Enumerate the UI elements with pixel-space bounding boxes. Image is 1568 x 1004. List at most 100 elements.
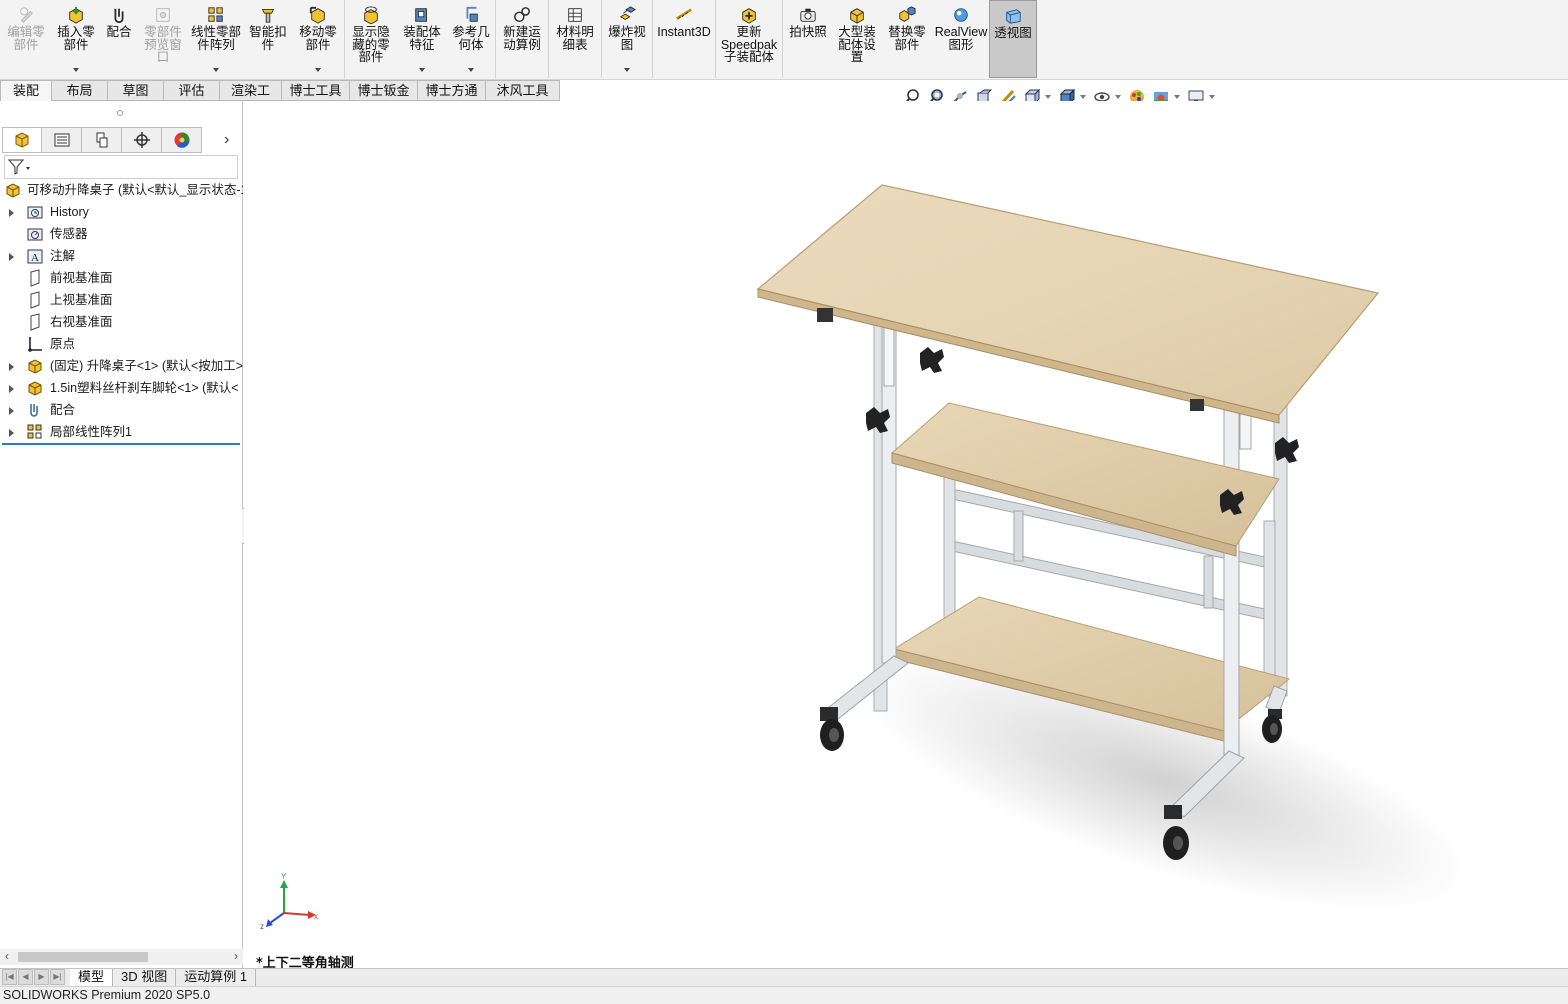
chevron-down-icon[interactable] <box>624 68 630 72</box>
tree-item[interactable]: 1.5in塑料丝杆刹车脚轮<1> (默认< <box>0 377 243 399</box>
ribbon-button-show-hidden[interactable]: 显示隐 藏的零 部件 <box>345 0 397 78</box>
command-manager-tabs: 装配体布局草图评估渲染工具博士工具博士钣金博士方通沐风工具箱 <box>0 80 560 117</box>
ribbon-button-label: 替换零 部件 <box>888 25 926 52</box>
chevron-down-icon[interactable] <box>213 68 219 72</box>
tree-item[interactable]: 上视基准面 <box>0 289 243 311</box>
bottom-tab[interactable]: 运动算例 1 <box>176 969 257 986</box>
expand-arrow-icon[interactable] <box>9 407 14 415</box>
ribbon-button-insert-component[interactable]: 插入零 部件 <box>52 0 100 78</box>
tree-item[interactable]: History <box>0 201 243 223</box>
command-tab[interactable]: 沐风工具箱 <box>486 80 560 117</box>
scrollbar-thumb[interactable] <box>18 952 148 962</box>
ribbon-button-label: 显示隐 藏的零 部件 <box>352 25 390 64</box>
ribbon-button-preview-window[interactable]: 零部件 预览窗 口 <box>138 0 188 78</box>
panel-tabs-more-icon[interactable]: › <box>224 131 229 149</box>
command-tab[interactable]: 草图 <box>108 80 164 101</box>
tree-item[interactable]: 配合 <box>0 399 243 421</box>
chevron-down-icon[interactable] <box>73 68 79 72</box>
bottom-tab[interactable]: 模型 <box>70 969 114 986</box>
expand-arrow-icon[interactable] <box>9 363 14 371</box>
tree-item[interactable]: (固定) 升降桌子<1> (默认<按加工>) <box>0 355 243 377</box>
bottom-tabs: 模型 3D 视图 运动算例 1 <box>70 969 257 986</box>
tree-item-label: 前视基准面 <box>50 271 113 285</box>
ribbon-button-label: 零部件 预览窗 口 <box>144 25 182 64</box>
ribbon-button-reference-geometry[interactable]: 参考几 何体 <box>447 0 495 78</box>
displaymanager-tab-icon[interactable] <box>162 127 202 153</box>
ribbon-button-assembly-feature[interactable]: 装配体 特征 <box>397 0 447 78</box>
tree-item[interactable]: 传感器 <box>0 223 243 245</box>
last-tab-icon[interactable]: ▶| <box>50 969 65 985</box>
configurationmanager-tab-icon[interactable] <box>82 127 122 153</box>
first-tab-icon[interactable]: |◀ <box>2 969 17 985</box>
perspective-icon <box>1006 9 1021 24</box>
expand-arrow-icon[interactable] <box>9 209 14 217</box>
tree-filter-box[interactable] <box>4 155 238 179</box>
chevron-down-icon[interactable] <box>1209 95 1215 99</box>
command-tab[interactable]: 博士方通 <box>418 80 486 101</box>
chevron-down-icon[interactable] <box>419 68 425 72</box>
ribbon-button-label: RealView 图形 <box>934 25 988 52</box>
tree-item[interactable]: 原点 <box>0 333 243 355</box>
ribbon-button-perspective[interactable]: 透视图 <box>989 0 1037 78</box>
ribbon-button-mate[interactable]: 配合 <box>100 0 138 78</box>
ribbon-button-replace-component[interactable]: 替换零 部件 <box>881 0 933 78</box>
tree-item[interactable]: A 注解 <box>0 245 243 267</box>
assembly-model-render[interactable]: Y x z <box>244 101 1568 968</box>
prev-tab-icon[interactable]: ◀ <box>18 969 33 985</box>
ribbon-button-smart-fastener[interactable]: 智能扣 件 <box>244 0 292 78</box>
ribbon-button-label: 移动零 部件 <box>299 25 337 52</box>
status-bar: SOLIDWORKS Premium 2020 SP5.0 <box>0 986 1568 1004</box>
rollback-bar[interactable] <box>2 443 240 445</box>
command-tab[interactable]: 评估 <box>164 80 220 101</box>
dimxpertmanager-tab-icon[interactable] <box>122 127 162 153</box>
ribbon-button-linear-pattern[interactable]: 线性零部 件阵列 <box>188 0 244 78</box>
ribbon-button-label: 装配体 特征 <box>403 25 441 52</box>
chevron-down-icon[interactable] <box>315 68 321 72</box>
ribbon-button-bom[interactable]: 材料明 细表 <box>549 0 601 78</box>
ribbon-button-speedpak[interactable]: 更新 Speedpak 子装配体 <box>716 0 782 78</box>
ribbon-button-motion-study[interactable]: 新建运 动算例 <box>496 0 548 78</box>
command-tab[interactable]: 博士钣金 <box>350 80 418 101</box>
next-tab-icon[interactable]: ▶ <box>34 969 49 985</box>
ribbon-button-exploded-view[interactable]: 爆炸视 图 <box>602 0 652 78</box>
scroll-right-icon[interactable]: › <box>234 949 238 963</box>
expand-arrow-icon[interactable] <box>9 385 14 393</box>
instant3d-icon <box>676 8 692 20</box>
panel-tabs <box>2 127 202 153</box>
tree-root-assembly[interactable]: 可移动升降桌子 (默认<默认_显示状态-1>) <box>0 179 243 201</box>
panel-split-handle[interactable] <box>117 110 123 116</box>
expand-arrow-icon[interactable] <box>9 253 14 261</box>
bottom-tab[interactable]: 3D 视图 <box>113 969 177 986</box>
chevron-down-icon[interactable] <box>1080 95 1086 99</box>
featuremanager-tab-icon[interactable] <box>2 127 42 153</box>
smart-fastener-icon <box>261 9 275 23</box>
chevron-down-icon[interactable] <box>1174 95 1180 99</box>
graphics-viewport[interactable]: Y x z <box>244 101 1568 968</box>
scroll-left-icon[interactable]: ‹ <box>5 949 9 963</box>
bom-icon <box>568 8 582 22</box>
command-tab[interactable]: 博士工具 <box>282 80 350 101</box>
chevron-down-icon[interactable] <box>1115 95 1121 99</box>
ribbon-button-instant3d[interactable]: Instant3D <box>653 0 715 78</box>
linear-pattern-icon <box>208 7 223 22</box>
snapshot-icon <box>800 8 816 22</box>
ribbon-button-edit-component[interactable]: 编辑零 部件 <box>0 0 52 78</box>
command-tab[interactable]: 渲染工具 <box>220 80 282 117</box>
ribbon-button-realview[interactable]: RealView 图形 <box>933 0 989 78</box>
panel-horizontal-scrollbar[interactable]: ‹ › <box>0 949 243 965</box>
chevron-down-icon[interactable] <box>468 68 474 72</box>
chevron-down-icon[interactable] <box>1045 95 1051 99</box>
ribbon-button-large-assembly[interactable]: 大型装 配体设 置 <box>833 0 881 78</box>
ribbon-button-move-component[interactable]: 移动零 部件 <box>292 0 344 78</box>
ribbon-button-snapshot[interactable]: 拍快照 <box>783 0 833 78</box>
command-tab[interactable]: 布局 <box>52 80 108 101</box>
tree-item[interactable]: 局部线性阵列1 <box>0 421 243 443</box>
filter-icon[interactable] <box>5 156 35 178</box>
expand-arrow-icon[interactable] <box>9 429 14 437</box>
command-tab[interactable]: 装配体 <box>0 80 52 117</box>
tree-item-label: (固定) 升降桌子<1> (默认<按加工>) <box>50 359 243 373</box>
tree-item[interactable]: 右视基准面 <box>0 311 243 333</box>
tree-item[interactable]: 前视基准面 <box>0 267 243 289</box>
svg-text:A: A <box>31 252 39 264</box>
propertymanager-tab-icon[interactable] <box>42 127 82 153</box>
